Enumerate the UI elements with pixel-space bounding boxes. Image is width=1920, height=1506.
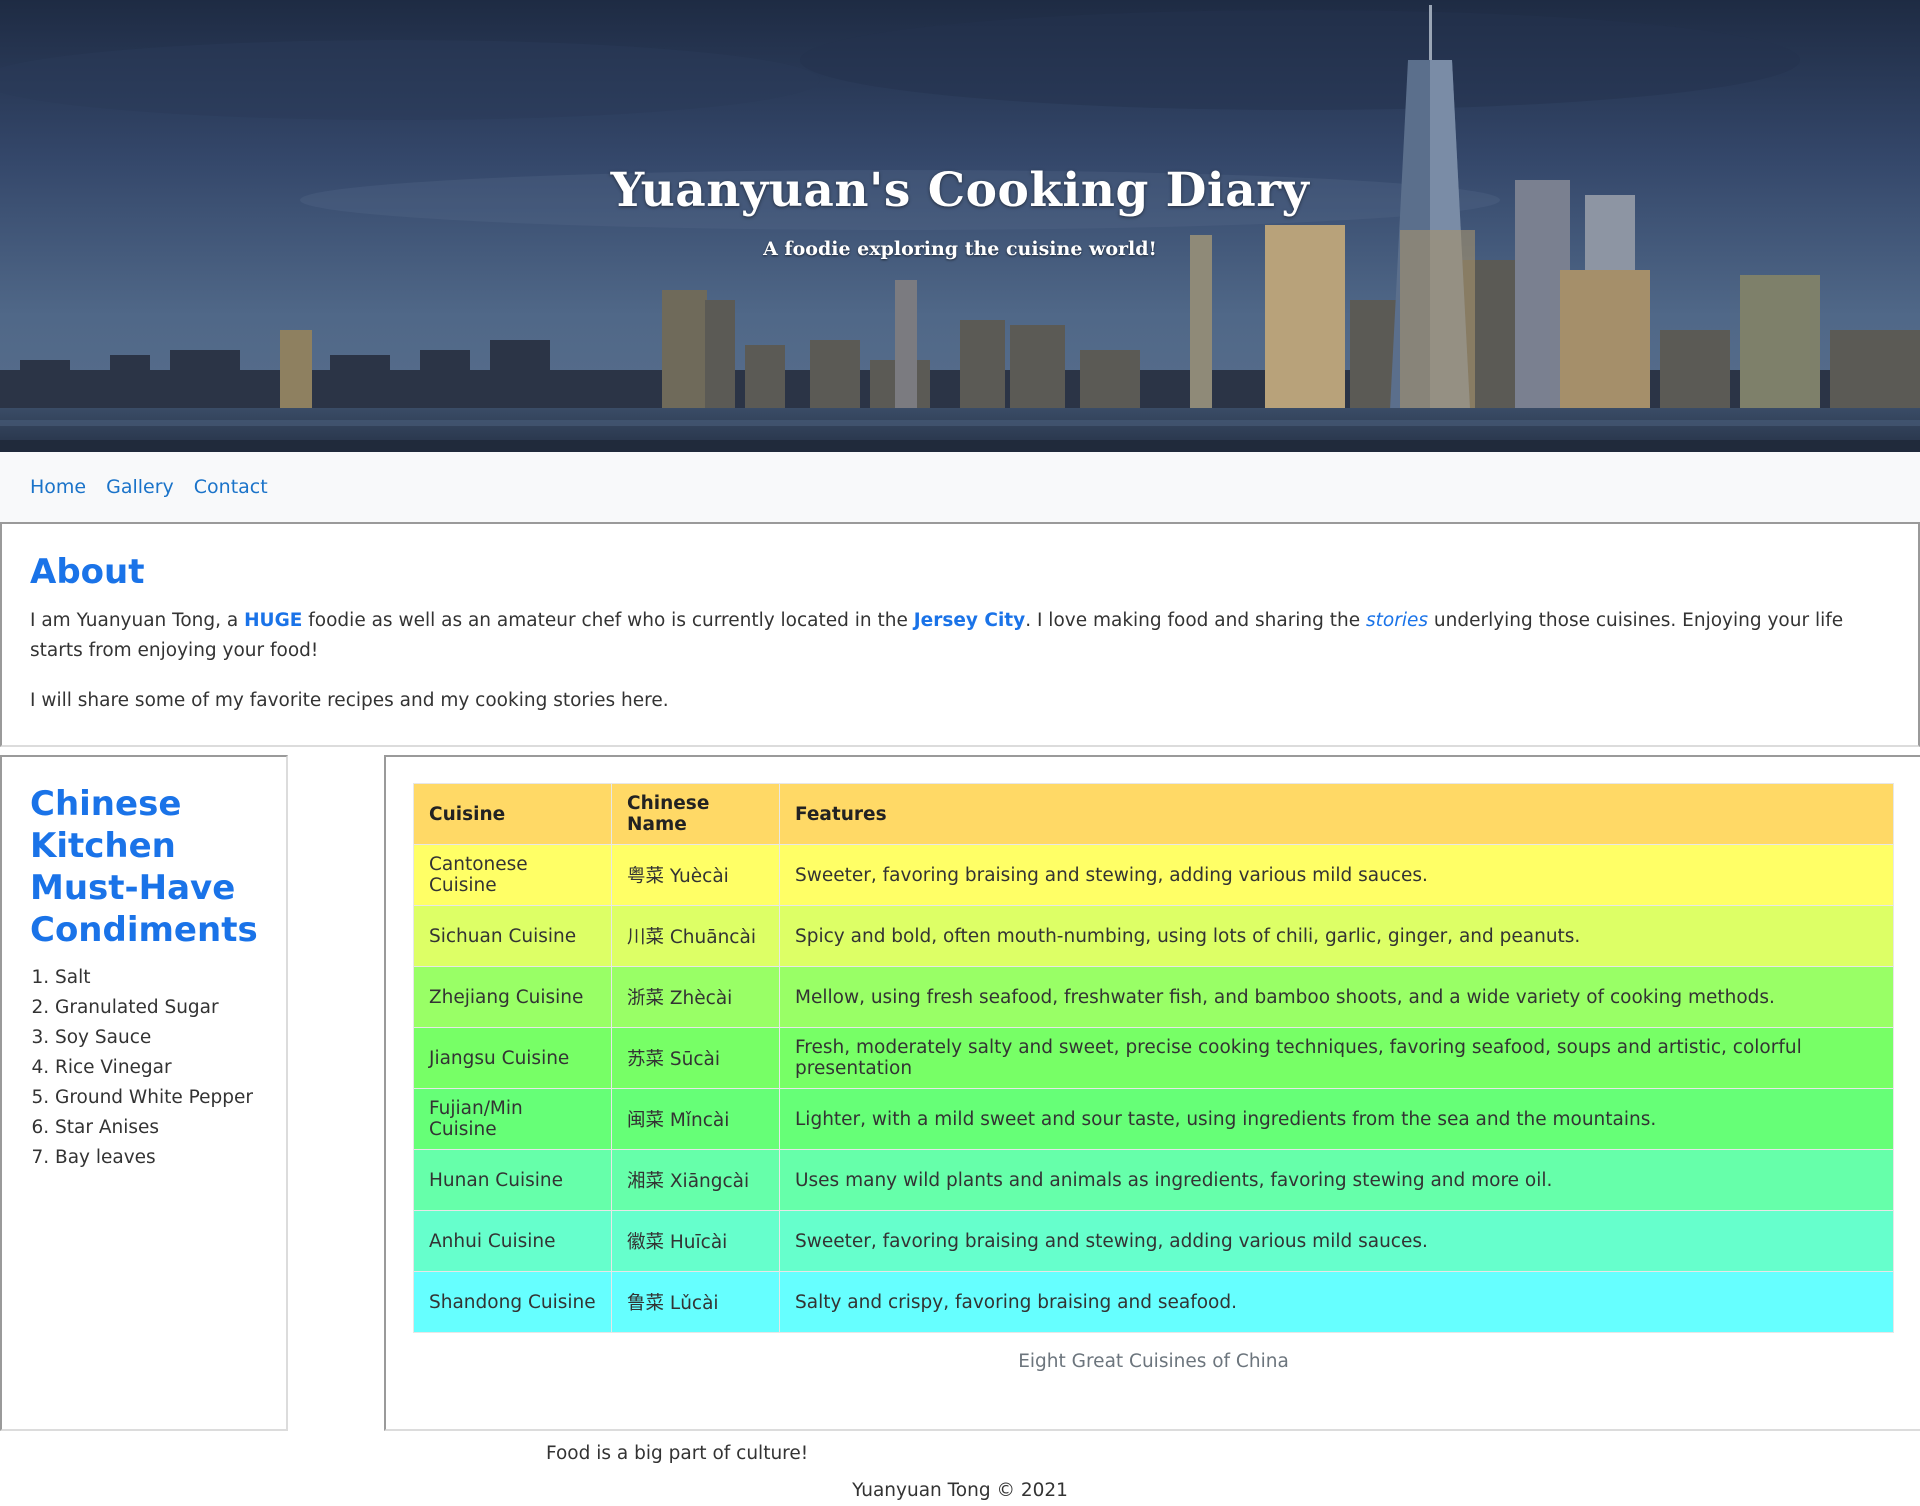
cuisine-cell: Sichuan Cuisine: [413, 905, 612, 967]
chinese-name-cell: 浙菜 Zhècài: [611, 966, 780, 1028]
nav-gallery-link[interactable]: Gallery: [106, 476, 174, 498]
footer-copyright: Yuanyuan Tong © 2021: [852, 1480, 1068, 1501]
features-cell: Fresh, moderately salty and sweet, preci…: [779, 1027, 1894, 1089]
table-row: Jiangsu Cuisine 苏菜 Sūcài Fresh, moderately…: [413, 1027, 1894, 1089]
chinese-name-cell: 苏菜 Sūcài: [611, 1027, 780, 1089]
nav-contact-link[interactable]: Contact: [194, 476, 268, 498]
features-cell: Lighter, with a mild sweet and sour tast…: [779, 1088, 1894, 1150]
list-item: Rice Vinegar: [55, 1053, 266, 1083]
condiments-sidebar: Chinese Kitchen Must-Have Condiments Sal…: [0, 755, 288, 1431]
main-nav: Home Gallery Contact: [0, 452, 1920, 522]
about-text: I am Yuanyuan Tong, a: [30, 610, 245, 631]
cuisine-cell: Jiangsu Cuisine: [413, 1027, 612, 1089]
condiments-heading: Chinese Kitchen Must-Have Condiments: [30, 784, 258, 950]
jersey-city-emphasis: Jersey City: [913, 610, 1026, 631]
list-item: Salt: [55, 963, 266, 993]
site-title: Yuanyuan's Cooking Diary: [610, 163, 1310, 218]
about-paragraph-share: I will share some of my favorite recipes…: [30, 690, 669, 711]
column-header-cuisine: Cuisine: [413, 783, 612, 845]
nav-home-link[interactable]: Home: [30, 476, 86, 498]
site-subtitle: A foodie exploring the cuisine world!: [763, 238, 1157, 260]
features-cell: Sweeter, favoring braising and stewing, …: [779, 844, 1894, 906]
list-item: Soy Sauce: [55, 1023, 266, 1053]
cuisines-table: Cuisine Chinese Name Features Cantonese …: [413, 783, 1894, 1333]
about-section: About I am Yuanyuan Tong, a HUGE foodie …: [0, 522, 1920, 747]
table-row: Fujian/Min Cuisine 闽菜 Mǐncài Lighter, with…: [413, 1088, 1894, 1150]
cuisine-cell: Cantonese Cuisine: [413, 844, 612, 906]
chinese-name-cell: 徽菜 Huīcài: [611, 1210, 780, 1272]
table-row: Shandong Cuisine 鲁菜 Lǔcài Salty and crispy…: [413, 1271, 1894, 1333]
culture-note: Food is a big part of culture!: [546, 1443, 809, 1464]
city-skyline-image: [0, 0, 1920, 452]
table-row: Zhejiang Cuisine 浙菜 Zhècài Mellow, using f…: [413, 966, 1894, 1028]
list-item: Ground White Pepper: [55, 1083, 266, 1113]
table-row: Hunan Cuisine 湘菜 Xiāngcài Uses many wild p…: [413, 1149, 1894, 1211]
about-heading: About: [30, 552, 145, 592]
about-text: . I love making food and sharing the: [1025, 610, 1367, 631]
cuisine-cell: Zhejiang Cuisine: [413, 966, 612, 1028]
cuisine-cell: Hunan Cuisine: [413, 1149, 612, 1211]
condiments-list: Salt Granulated Sugar Soy Sauce Rice Vin…: [30, 963, 266, 1173]
cuisine-cell: Fujian/Min Cuisine: [413, 1088, 612, 1150]
chinese-name-cell: 湘菜 Xiāngcài: [611, 1149, 780, 1211]
stories-emphasis: stories: [1366, 610, 1429, 631]
cuisine-cell: Shandong Cuisine: [413, 1271, 612, 1333]
table-header-row: Cuisine Chinese Name Features: [413, 783, 1894, 845]
about-paragraph-intro: I am Yuanyuan Tong, a HUGE foodie as wel…: [30, 606, 1890, 666]
chinese-name-cell: 川菜 Chuāncài: [611, 905, 780, 967]
features-cell: Sweeter, favoring braising and stewing, …: [779, 1210, 1894, 1272]
chinese-name-cell: 鲁菜 Lǔcài: [611, 1271, 780, 1333]
table-row: Cantonese Cuisine 粤菜 Yuècài Sweeter, favor…: [413, 844, 1894, 906]
table-row: Anhui Cuisine 徽菜 Huīcài Sweeter, favoring …: [413, 1210, 1894, 1272]
features-cell: Uses many wild plants and animals as ing…: [779, 1149, 1894, 1211]
list-item: Granulated Sugar: [55, 993, 266, 1023]
huge-emphasis: HUGE: [244, 610, 303, 631]
hero-banner: Yuanyuan's Cooking Diary A foodie explor…: [0, 0, 1920, 452]
features-cell: Spicy and bold, often mouth-numbing, usi…: [779, 905, 1894, 967]
table-row: Sichuan Cuisine 川菜 Chuāncài Spicy and bold…: [413, 905, 1894, 967]
cuisines-table-body: Cantonese Cuisine 粤菜 Yuècài Sweeter, favor…: [413, 844, 1894, 1333]
table-caption: Eight Great Cuisines of China: [1018, 1351, 1289, 1372]
column-header-chinese-name: Chinese Name: [611, 783, 780, 845]
features-cell: Salty and crispy, favoring braising and …: [779, 1271, 1894, 1333]
column-header-features: Features: [779, 783, 1894, 845]
about-text: foodie as well as an amateur chef who is…: [302, 610, 914, 631]
cuisine-cell: Anhui Cuisine: [413, 1210, 612, 1272]
chinese-name-cell: 粤菜 Yuècài: [611, 844, 780, 906]
chinese-name-cell: 闽菜 Mǐncài: [611, 1088, 780, 1150]
cuisines-panel: Cuisine Chinese Name Features Cantonese …: [384, 755, 1920, 1431]
features-cell: Mellow, using fresh seafood, freshwater …: [779, 966, 1894, 1028]
list-item: Bay leaves: [55, 1143, 266, 1173]
list-item: Star Anises: [55, 1113, 266, 1143]
